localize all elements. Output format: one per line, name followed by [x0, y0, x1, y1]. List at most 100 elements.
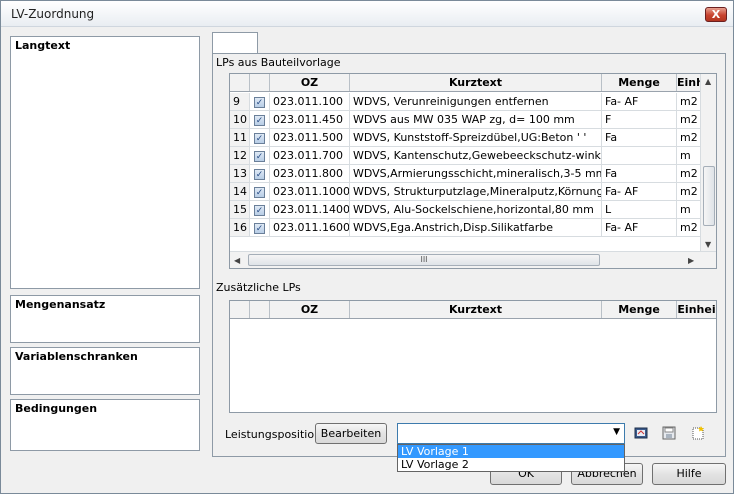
grid-top-hscroll[interactable]: ◀ III ▶	[230, 251, 716, 268]
row-checkbox-cell: ✓	[250, 201, 270, 218]
col-kurztext-header[interactable]: Kurztext	[350, 301, 602, 318]
dropdown-option[interactable]: LV Vorlage 2	[398, 458, 624, 471]
vorlage-select[interactable]: ▼	[397, 423, 625, 444]
dropdown-option[interactable]: LV Vorlage 1	[398, 445, 624, 458]
close-button[interactable]: X	[705, 7, 727, 22]
col-menge-header[interactable]: Menge	[602, 74, 677, 91]
cell-kurztext: WDVS,Ega.Anstrich,Disp.Silikatfarbe	[350, 219, 602, 236]
window-title: LV-Zuordnung	[11, 7, 95, 21]
checkbox[interactable]: ✓	[254, 205, 265, 216]
tab-header[interactable]	[212, 32, 258, 54]
top-section-label: LPs aus Bauteilvorlage	[216, 56, 341, 69]
cell-oz: 023.011.1600	[270, 219, 350, 236]
col-einh-header[interactable]: Einh	[677, 74, 702, 91]
bottom-section-label: Zusätzliche LPs	[216, 281, 301, 294]
cell-kurztext: WDVS, Alu-Sockelschiene,horizontal,80 mm	[350, 201, 602, 218]
table-row[interactable]: 13 ✓ 023.011.800 WDVS,Armierungsschicht,min…	[230, 165, 702, 183]
row-number: 9	[230, 93, 250, 110]
row-checkbox-cell: ✓	[250, 129, 270, 146]
help-button[interactable]: Hilfe	[652, 463, 726, 485]
new-doc-icon[interactable]	[688, 424, 708, 444]
printer-icon[interactable]	[631, 424, 651, 444]
col-check-header	[250, 74, 270, 91]
cell-oz: 023.011.700	[270, 147, 350, 164]
grid-top-header: OZ Kurztext Menge Einh	[230, 74, 702, 92]
table-row[interactable]: 15 ✓ 023.011.1400 WDVS, Alu-Sockelschiene,h…	[230, 201, 702, 219]
cell-einh: m	[680, 149, 691, 162]
row-checkbox-cell: ✓	[250, 165, 270, 182]
vscroll-thumb[interactable]	[703, 166, 715, 226]
table-row[interactable]: 11 ✓ 023.011.500 WDVS, Kunststoff-Spreizdüb…	[230, 129, 702, 147]
bedingungen-panel[interactable]: Bedingungen	[10, 399, 200, 451]
cell-einh: m2	[680, 167, 698, 180]
cell-oz: 023.011.1000	[270, 183, 350, 200]
cell-einh: m2	[680, 113, 698, 126]
checkbox[interactable]: ✓	[254, 115, 265, 126]
scroll-down-icon[interactable]: ▼	[705, 240, 711, 249]
lp-grid-bottom: OZ Kurztext Menge Einhei	[229, 300, 717, 413]
checkbox[interactable]: ✓	[254, 97, 265, 108]
cell-einh: m	[680, 203, 691, 216]
row-checkbox-cell: ✓	[250, 219, 270, 236]
table-row[interactable]: 16 ✓ 023.011.1600 WDVS,Ega.Anstrich,Disp.Si…	[230, 219, 702, 237]
checkbox[interactable]: ✓	[254, 187, 265, 198]
row-number: 15	[230, 201, 250, 218]
col-rownum-header	[230, 74, 250, 91]
row-number: 16	[230, 219, 250, 236]
scroll-up-icon[interactable]: ▲	[705, 77, 711, 86]
bedingungen-label: Bedingungen	[15, 402, 98, 415]
cell-oz: 023.011.500	[270, 129, 350, 146]
title-bar: LV-Zuordnung X	[1, 1, 733, 27]
langtext-label: Langtext	[15, 39, 71, 52]
cell-kurztext: WDVS, Kunststoff-Spreizdübel,UG:Beton ' …	[350, 129, 602, 146]
dialog-window: LV-Zuordnung X Langtext Mengenansatz Var…	[0, 0, 734, 494]
checkbox[interactable]: ✓	[254, 133, 265, 144]
table-row[interactable]: 14 ✓ 023.011.1000 WDVS, Strukturputzlage,Mi…	[230, 183, 702, 201]
scroll-right-icon[interactable]: ▶	[688, 256, 694, 265]
cell-menge: Fa- AF	[602, 183, 677, 200]
cell-oz: 023.011.450	[270, 111, 350, 128]
cell-menge: Fa- AF	[602, 219, 677, 236]
cell-oz: 023.011.1400	[270, 201, 350, 218]
mengenansatz-panel[interactable]: Mengenansatz	[10, 295, 200, 343]
hscroll-grip: III	[420, 255, 428, 264]
cell-oz: 023.011.800	[270, 165, 350, 182]
row-checkbox-cell: ✓	[250, 111, 270, 128]
chevron-down-icon[interactable]: ▼	[613, 427, 620, 437]
cell-kurztext: WDVS, Kantenschutz,Gewebeeckschutz-winke…	[350, 147, 602, 164]
cell-einh: m2	[680, 185, 698, 198]
row-checkbox-cell: ✓	[250, 93, 270, 110]
checkbox[interactable]: ✓	[254, 169, 265, 180]
save-icon[interactable]	[659, 424, 679, 444]
cell-menge: F	[602, 111, 677, 128]
col-rownum-header	[230, 301, 250, 318]
table-row[interactable]: 12 ✓ 023.011.700 WDVS, Kantenschutz,Gewebee…	[230, 147, 702, 165]
variablenschranken-label: Variablenschranken	[15, 350, 138, 363]
grid-top-vscroll[interactable]: ▲ ▼	[700, 74, 716, 252]
row-number: 12	[230, 147, 250, 164]
lp-grid-top: OZ Kurztext Menge Einh 9 ✓ 023.011.100 WDVS…	[229, 73, 717, 269]
cell-menge	[602, 147, 677, 164]
col-oz-header[interactable]: OZ	[270, 74, 350, 91]
bearbeiten-button[interactable]: Bearbeiten	[315, 423, 387, 444]
hscroll-thumb[interactable]: III	[248, 254, 600, 266]
checkbox[interactable]: ✓	[254, 151, 265, 162]
col-einheit-header[interactable]: Einhei	[677, 301, 716, 318]
row-number: 11	[230, 129, 250, 146]
cell-menge: Fa- AF	[602, 93, 677, 110]
col-kurztext-header[interactable]: Kurztext	[350, 74, 602, 91]
table-row[interactable]: 9 ✓ 023.011.100 WDVS, Verunreinigungen entf…	[230, 93, 702, 111]
cell-einh: m2	[680, 221, 698, 234]
col-menge-header[interactable]: Menge	[602, 301, 677, 318]
row-checkbox-cell: ✓	[250, 147, 270, 164]
checkbox[interactable]: ✓	[254, 223, 265, 234]
table-row[interactable]: 10 ✓ 023.011.450 WDVS aus MW 035 WAP zg, d=…	[230, 111, 702, 129]
cell-oz: 023.011.100	[270, 93, 350, 110]
row-number: 10	[230, 111, 250, 128]
col-oz-header[interactable]: OZ	[270, 301, 350, 318]
cell-kurztext: WDVS aus MW 035 WAP zg, d= 100 mm	[350, 111, 602, 128]
variablenschranken-panel[interactable]: Variablenschranken	[10, 347, 200, 395]
scroll-left-icon[interactable]: ◀	[234, 256, 240, 265]
langtext-panel[interactable]: Langtext	[10, 36, 200, 289]
row-number: 13	[230, 165, 250, 182]
